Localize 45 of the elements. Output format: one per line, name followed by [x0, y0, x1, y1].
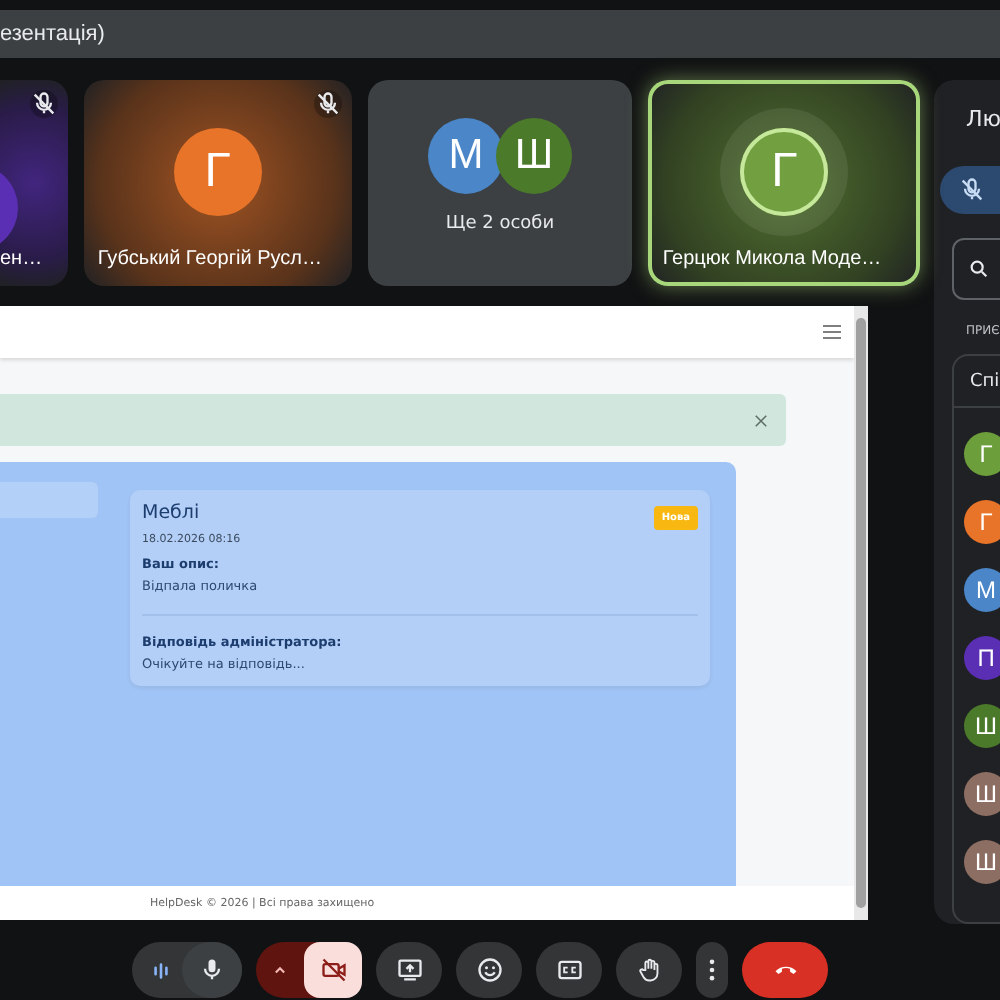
scroll-thumb[interactable] — [856, 318, 866, 908]
avatar[interactable]: М — [964, 568, 1000, 612]
hand-icon — [635, 956, 663, 984]
more-participants-label: Ще 2 особи — [445, 213, 555, 233]
avatar: М — [427, 117, 504, 193]
avatar[interactable]: Ш — [964, 704, 1000, 748]
participant-name: Герцюк Микола Моде… — [662, 248, 882, 270]
raise-hand-button[interactable] — [616, 942, 682, 998]
avatar: Г — [740, 127, 829, 215]
participant-tile[interactable]: ен… — [0, 80, 68, 286]
avatar[interactable]: Ш — [964, 840, 1000, 884]
list-title: Спі — [970, 372, 1000, 392]
captions-button[interactable] — [536, 942, 602, 998]
search-icon — [968, 258, 990, 280]
avatar[interactable]: Ш — [964, 772, 1000, 816]
emoji-icon — [475, 956, 503, 984]
avatar: Ш — [495, 117, 572, 193]
participant-tile[interactable]: Г Герцюк Микола Моде… — [648, 80, 920, 286]
avatar[interactable]: Г — [964, 432, 1000, 476]
close-icon[interactable] — [752, 411, 770, 429]
more-options-button[interactable] — [696, 942, 728, 998]
menu-icon[interactable] — [820, 320, 844, 344]
captions-icon — [555, 956, 583, 984]
ticket-title: Меблі — [142, 502, 200, 524]
participant-tile[interactable]: М Ш Ще 2 особи — [367, 80, 633, 286]
avatar: Г — [173, 127, 262, 215]
panel-title: Лю — [966, 106, 1000, 132]
reactions-button[interactable] — [456, 942, 522, 998]
participant-name: ен… — [0, 248, 43, 270]
microphone-icon — [198, 956, 226, 984]
audio-level-icon — [148, 957, 174, 983]
leave-call-button[interactable] — [742, 942, 828, 998]
scrollbar[interactable] — [854, 306, 868, 920]
present-button[interactable] — [376, 942, 442, 998]
mute-button[interactable] — [940, 166, 1000, 214]
presentation-title: езентація) — [0, 22, 105, 46]
avatar[interactable]: Г — [964, 500, 1000, 544]
present-screen-icon — [395, 956, 423, 984]
camera-button[interactable] — [304, 942, 362, 998]
microphone-button[interactable] — [182, 942, 242, 998]
camera-off-icon — [319, 956, 347, 984]
participant-name: Губський Георгій Русл… — [97, 248, 322, 270]
avatar[interactable]: П — [964, 636, 1000, 680]
participant-tile[interactable]: Г Губський Георгій Русл… — [83, 80, 352, 286]
mic-off-icon — [958, 176, 986, 204]
